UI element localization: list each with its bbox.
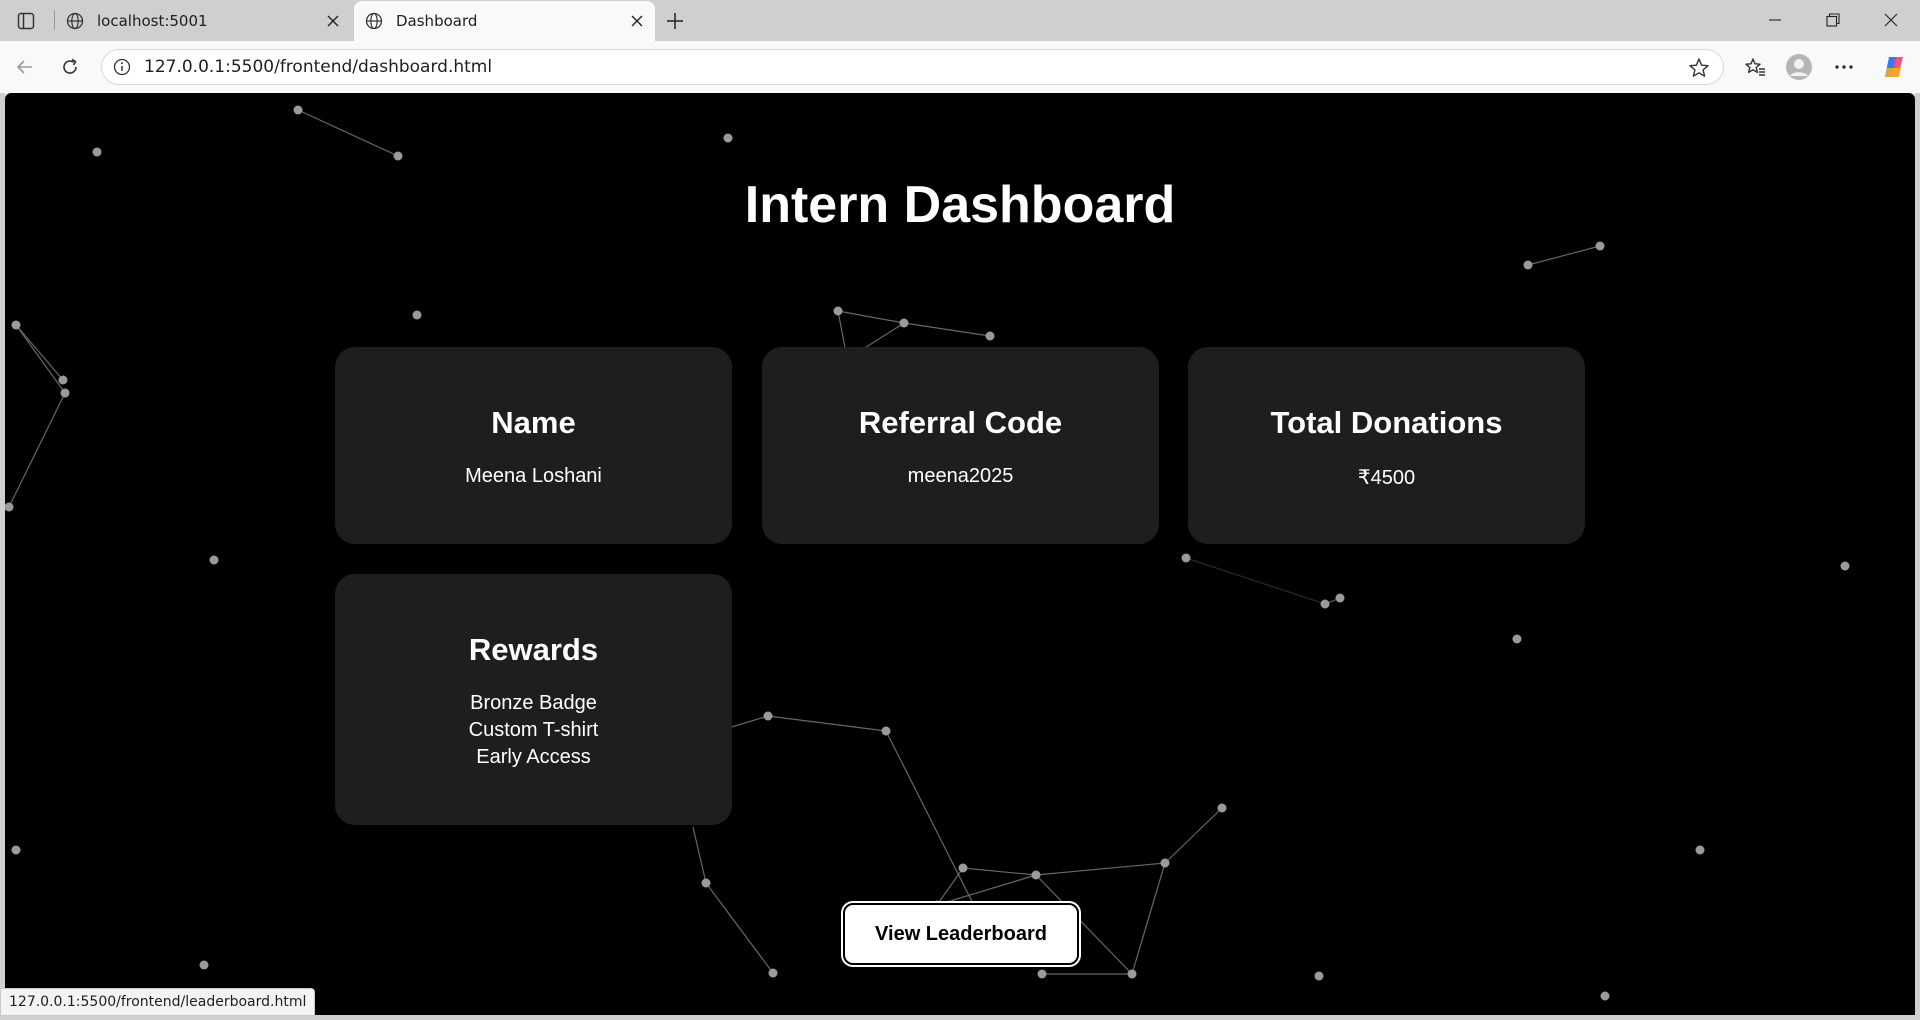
close-icon[interactable] — [627, 11, 647, 31]
total-donations-card: Total Donations ₹4500 — [1188, 347, 1585, 544]
favorites-icon[interactable] — [1739, 51, 1771, 83]
card-heading: Name — [491, 405, 576, 440]
reward-item: Early Access — [476, 746, 591, 768]
tab-localhost[interactable]: localhost:5001 — [55, 1, 351, 41]
referral-code-value: meena2025 — [907, 465, 1014, 487]
referral-code-card: Referral Code meena2025 — [762, 347, 1159, 544]
star-icon[interactable] — [1687, 56, 1711, 80]
tab-strip: localhost:5001 Dashboard — [0, 0, 1920, 41]
name-card: Name Meena Loshani — [335, 347, 732, 544]
reload-icon[interactable] — [54, 51, 86, 83]
rewards-card: Rewards Bronze Badge Custom T-shirt Earl… — [335, 574, 732, 825]
tab-title: Dashboard — [396, 12, 478, 30]
restore-icon[interactable] — [1804, 0, 1862, 40]
globe-icon — [65, 11, 85, 31]
globe-icon — [364, 11, 384, 31]
card-heading: Total Donations — [1270, 405, 1503, 440]
avatar-icon[interactable] — [1783, 51, 1815, 83]
minimize-icon[interactable] — [1746, 0, 1804, 40]
address-bar[interactable]: 127.0.0.1:5500/frontend/dashboard.html — [101, 49, 1724, 85]
tab-dashboard[interactable]: Dashboard — [354, 1, 655, 41]
window-close-icon[interactable] — [1862, 0, 1920, 40]
intern-name: Meena Loshani — [465, 465, 602, 487]
close-icon[interactable] — [323, 11, 343, 31]
reward-item: Custom T-shirt — [468, 719, 599, 741]
status-bar-url: 127.0.0.1:5500/frontend/leaderboard.html — [0, 988, 316, 1016]
card-heading: Rewards — [468, 632, 599, 667]
more-icon[interactable] — [1828, 51, 1860, 83]
browser-toolbar: 127.0.0.1:5500/frontend/dashboard.html — [0, 41, 1920, 93]
page-viewport: Intern Dashboard Name Meena Loshani Refe… — [5, 93, 1915, 1015]
rewards-list: Bronze Badge Custom T-shirt Early Access — [469, 690, 599, 771]
copilot-icon[interactable] — [1878, 51, 1910, 83]
url-text[interactable]: 127.0.0.1:5500/frontend/dashboard.html — [144, 57, 492, 77]
info-icon[interactable] — [112, 57, 132, 77]
page-title: Intern Dashboard — [744, 176, 1176, 234]
arrow-left-icon[interactable] — [9, 51, 41, 83]
view-leaderboard-button[interactable]: View Leaderboard — [843, 903, 1079, 965]
plus-icon[interactable] — [660, 7, 690, 35]
tab-actions-icon[interactable] — [10, 8, 42, 34]
tab-title: localhost:5001 — [97, 12, 208, 30]
reward-item: Bronze Badge — [470, 692, 597, 714]
card-heading: Referral Code — [858, 405, 1063, 440]
total-donations-value: ₹4500 — [1357, 467, 1416, 489]
